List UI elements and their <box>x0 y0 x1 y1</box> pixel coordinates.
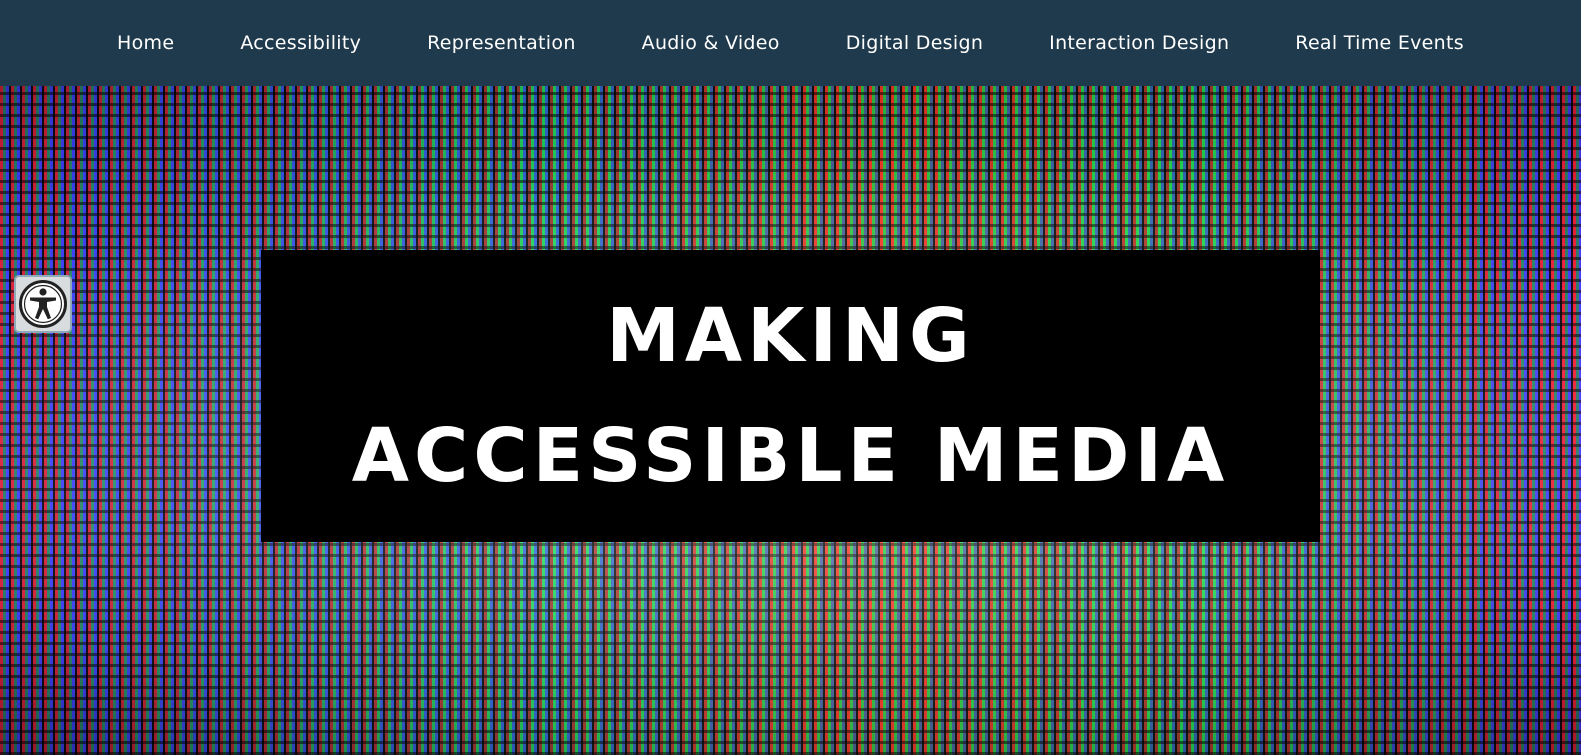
nav-item-real-time-events[interactable]: Real Time Events <box>1262 32 1497 54</box>
nav-item-home[interactable]: Home <box>84 32 207 54</box>
accessibility-person-icon <box>19 280 67 328</box>
nav-item-audio-video[interactable]: Audio & Video <box>609 32 813 54</box>
nav-item-interaction-design[interactable]: Interaction Design <box>1016 32 1262 54</box>
hero-banner-background: MAKING ACCESSIBLE MEDIA <box>0 86 1581 755</box>
top-navigation: Home Accessibility Representation Audio … <box>0 0 1581 86</box>
page-title: MAKING ACCESSIBLE MEDIA <box>351 293 1230 499</box>
accessibility-widget-button[interactable] <box>14 275 72 333</box>
nav-item-representation[interactable]: Representation <box>394 32 609 54</box>
nav-item-accessibility[interactable]: Accessibility <box>207 32 394 54</box>
nav-item-digital-design[interactable]: Digital Design <box>813 32 1016 54</box>
hero-title-box: MAKING ACCESSIBLE MEDIA <box>261 250 1320 542</box>
